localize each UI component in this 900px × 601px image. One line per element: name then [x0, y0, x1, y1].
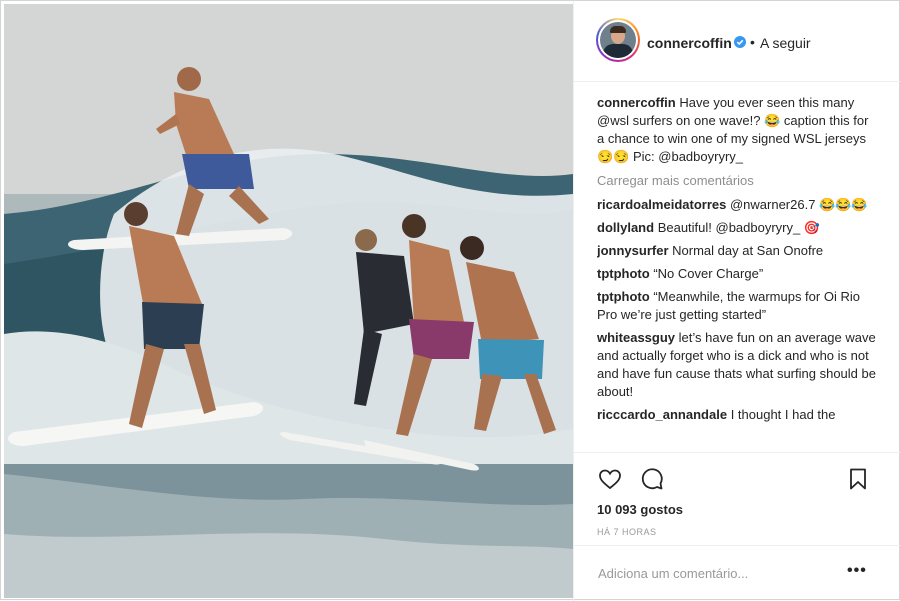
comment-text: Normal day at San Onofre — [672, 243, 824, 258]
comment-item: jonnysurfer Normal day at San Onofre — [597, 242, 877, 260]
comments-list[interactable]: connercoffin Have you ever seen this man… — [597, 94, 877, 449]
comment-item: ricardoalmeidatorres @nwarner26.7 😂😂😂 — [597, 196, 877, 214]
bookmark-icon[interactable] — [846, 467, 870, 491]
comment-item: ricccardo_annandale I thought I had the — [597, 406, 877, 424]
avatar-body — [603, 44, 633, 58]
comment-text: Beautiful! @badboyryry_ 🎯 — [657, 220, 821, 235]
comment-text: “No Cover Charge” — [653, 266, 764, 281]
caption-username-link[interactable]: connercoffin — [597, 95, 676, 110]
avatar[interactable] — [596, 18, 640, 62]
comment-username-link[interactable]: tptphoto — [597, 266, 650, 281]
header-username-link[interactable]: connercoffin — [647, 35, 732, 51]
add-comment-bar: Adiciona um comentário... ••• — [574, 545, 900, 601]
verified-badge-icon — [734, 36, 746, 48]
comment-text: @nwarner26.7 😂😂😂 — [729, 197, 868, 212]
comment-username-link[interactable]: ricccardo_annandale — [597, 407, 727, 422]
add-comment-input[interactable]: Adiciona um comentário... — [598, 566, 748, 581]
post-photo[interactable] — [4, 4, 573, 598]
surf-photo-illustration — [4, 4, 573, 598]
likes-count[interactable]: 10 093 gostos — [597, 502, 683, 517]
instagram-post: connercoffin • A seguir connercoffin Hav… — [0, 0, 900, 601]
more-options-icon[interactable]: ••• — [847, 562, 867, 580]
post-header: connercoffin • A seguir — [574, 1, 900, 82]
following-button[interactable]: A seguir — [760, 35, 811, 51]
comment-username-link[interactable]: dollyland — [597, 220, 654, 235]
comment-username-link[interactable]: ricardoalmeidatorres — [597, 197, 726, 212]
header-separator: • — [750, 34, 755, 50]
avatar-ring — [598, 20, 638, 60]
comment-item: dollyland Beautiful! @badboyryry_ 🎯 — [597, 219, 877, 237]
load-more-comments-link[interactable]: Carregar mais comentários — [597, 172, 877, 190]
comment-icon[interactable] — [640, 467, 664, 491]
comment-item: tptphoto “No Cover Charge” — [597, 265, 877, 283]
comment-item: tptphoto “Meanwhile, the warmups for Oi … — [597, 288, 877, 324]
post-caption: connercoffin Have you ever seen this man… — [597, 94, 877, 166]
avatar-hair — [610, 26, 626, 33]
post-timestamp[interactable]: HÁ 7 HORAS — [597, 527, 657, 537]
comment-username-link[interactable]: tptphoto — [597, 289, 650, 304]
heart-icon[interactable] — [598, 467, 622, 491]
comment-text: I thought I had the — [730, 407, 836, 422]
post-details-panel: connercoffin • A seguir connercoffin Hav… — [573, 1, 900, 601]
avatar-image — [600, 22, 636, 58]
comment-username-link[interactable]: jonnysurfer — [597, 243, 669, 258]
comment-username-link[interactable]: whiteassguy — [597, 330, 675, 345]
comment-item: whiteassguy let’s have fun on an average… — [597, 329, 877, 401]
